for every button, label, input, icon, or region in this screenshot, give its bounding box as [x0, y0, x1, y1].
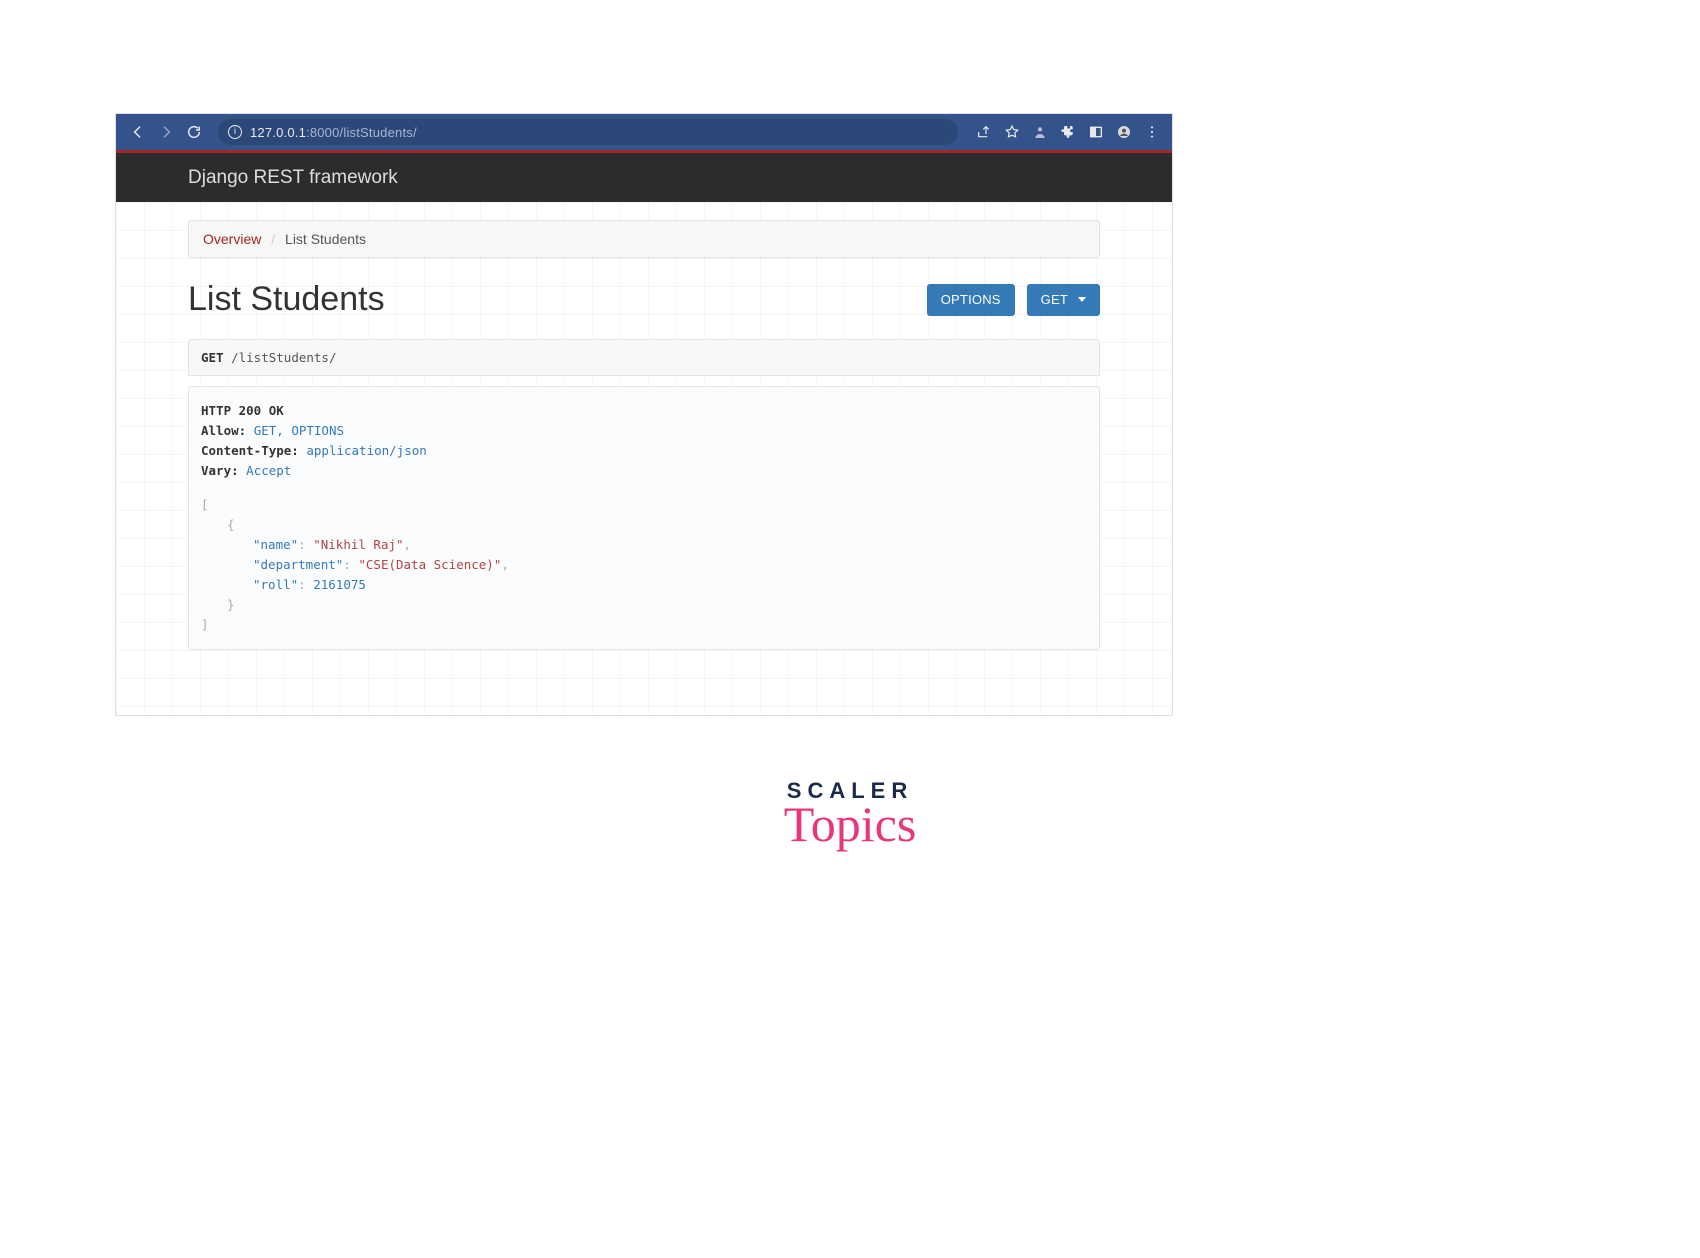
scaler-logo: SCALER Topics [0, 778, 1700, 847]
url-text: 127.0.0.1:8000/listStudents/ [250, 125, 417, 140]
toolbar-right [976, 124, 1160, 140]
json-val-department: "CSE(Data Science)" [358, 557, 501, 572]
breadcrumb-current: List Students [285, 231, 366, 247]
get-button[interactable]: GET [1027, 284, 1100, 316]
request-path: /listStudents/ [231, 350, 336, 365]
breadcrumb: Overview / List Students [188, 220, 1100, 258]
response-panel: HTTP 200 OK Allow: GET, OPTIONS Content-… [188, 386, 1100, 650]
page-title: List Students [188, 280, 385, 319]
vary-value: Accept [246, 463, 291, 478]
json-val-name: "Nikhil Raj" [313, 537, 403, 552]
request-line: GET /listStudents/ [188, 339, 1100, 376]
vary-label: Vary: [201, 463, 239, 478]
allow-value: GET, OPTIONS [254, 423, 344, 438]
site-info-icon[interactable]: i [228, 125, 242, 139]
url-path: :8000/listStudents/ [306, 125, 417, 140]
logo-line2: Topics [784, 802, 917, 847]
framework-header: Django REST framework [116, 153, 1172, 202]
share-icon[interactable] [976, 124, 992, 140]
json-key-roll: "roll" [253, 577, 298, 592]
star-icon[interactable] [1004, 124, 1020, 140]
options-button[interactable]: OPTIONS [927, 284, 1015, 316]
json-key-name: "name" [253, 537, 298, 552]
caret-down-icon [1078, 297, 1086, 302]
content-type-value: application/json [306, 443, 426, 458]
avatar-icon[interactable] [1116, 124, 1132, 140]
request-method: GET [201, 350, 224, 365]
content-type-label: Content-Type: [201, 443, 299, 458]
profile-icon[interactable] [1032, 124, 1048, 140]
breadcrumb-root[interactable]: Overview [203, 231, 261, 247]
url-bar[interactable]: i 127.0.0.1:8000/listStudents/ [218, 119, 958, 145]
reload-icon[interactable] [186, 124, 202, 140]
panel-icon[interactable] [1088, 124, 1104, 140]
browser-toolbar: i 127.0.0.1:8000/listStudents/ [116, 114, 1172, 150]
breadcrumb-separator: / [271, 231, 275, 247]
forward-icon[interactable] [158, 124, 174, 140]
title-row: List Students OPTIONS GET [188, 280, 1100, 319]
allow-label: Allow: [201, 423, 246, 438]
json-key-department: "department" [253, 557, 343, 572]
extensions-icon[interactable] [1060, 124, 1076, 140]
url-host: 127.0.0.1 [250, 125, 306, 140]
back-icon[interactable] [130, 124, 146, 140]
action-buttons: OPTIONS GET [927, 284, 1100, 316]
nav-buttons [130, 124, 202, 140]
json-body: [ { "name": "Nikhil Raj", "department": … [201, 495, 1087, 635]
browser-window: i 127.0.0.1:8000/listStudents/ [115, 113, 1173, 716]
status-line: HTTP 200 OK [201, 403, 284, 418]
get-button-label: GET [1041, 292, 1068, 307]
framework-title[interactable]: Django REST framework [188, 167, 398, 189]
menu-icon[interactable] [1144, 124, 1160, 140]
content-area: Overview / List Students List Students O… [116, 202, 1172, 715]
json-val-roll: 2161075 [313, 577, 366, 592]
